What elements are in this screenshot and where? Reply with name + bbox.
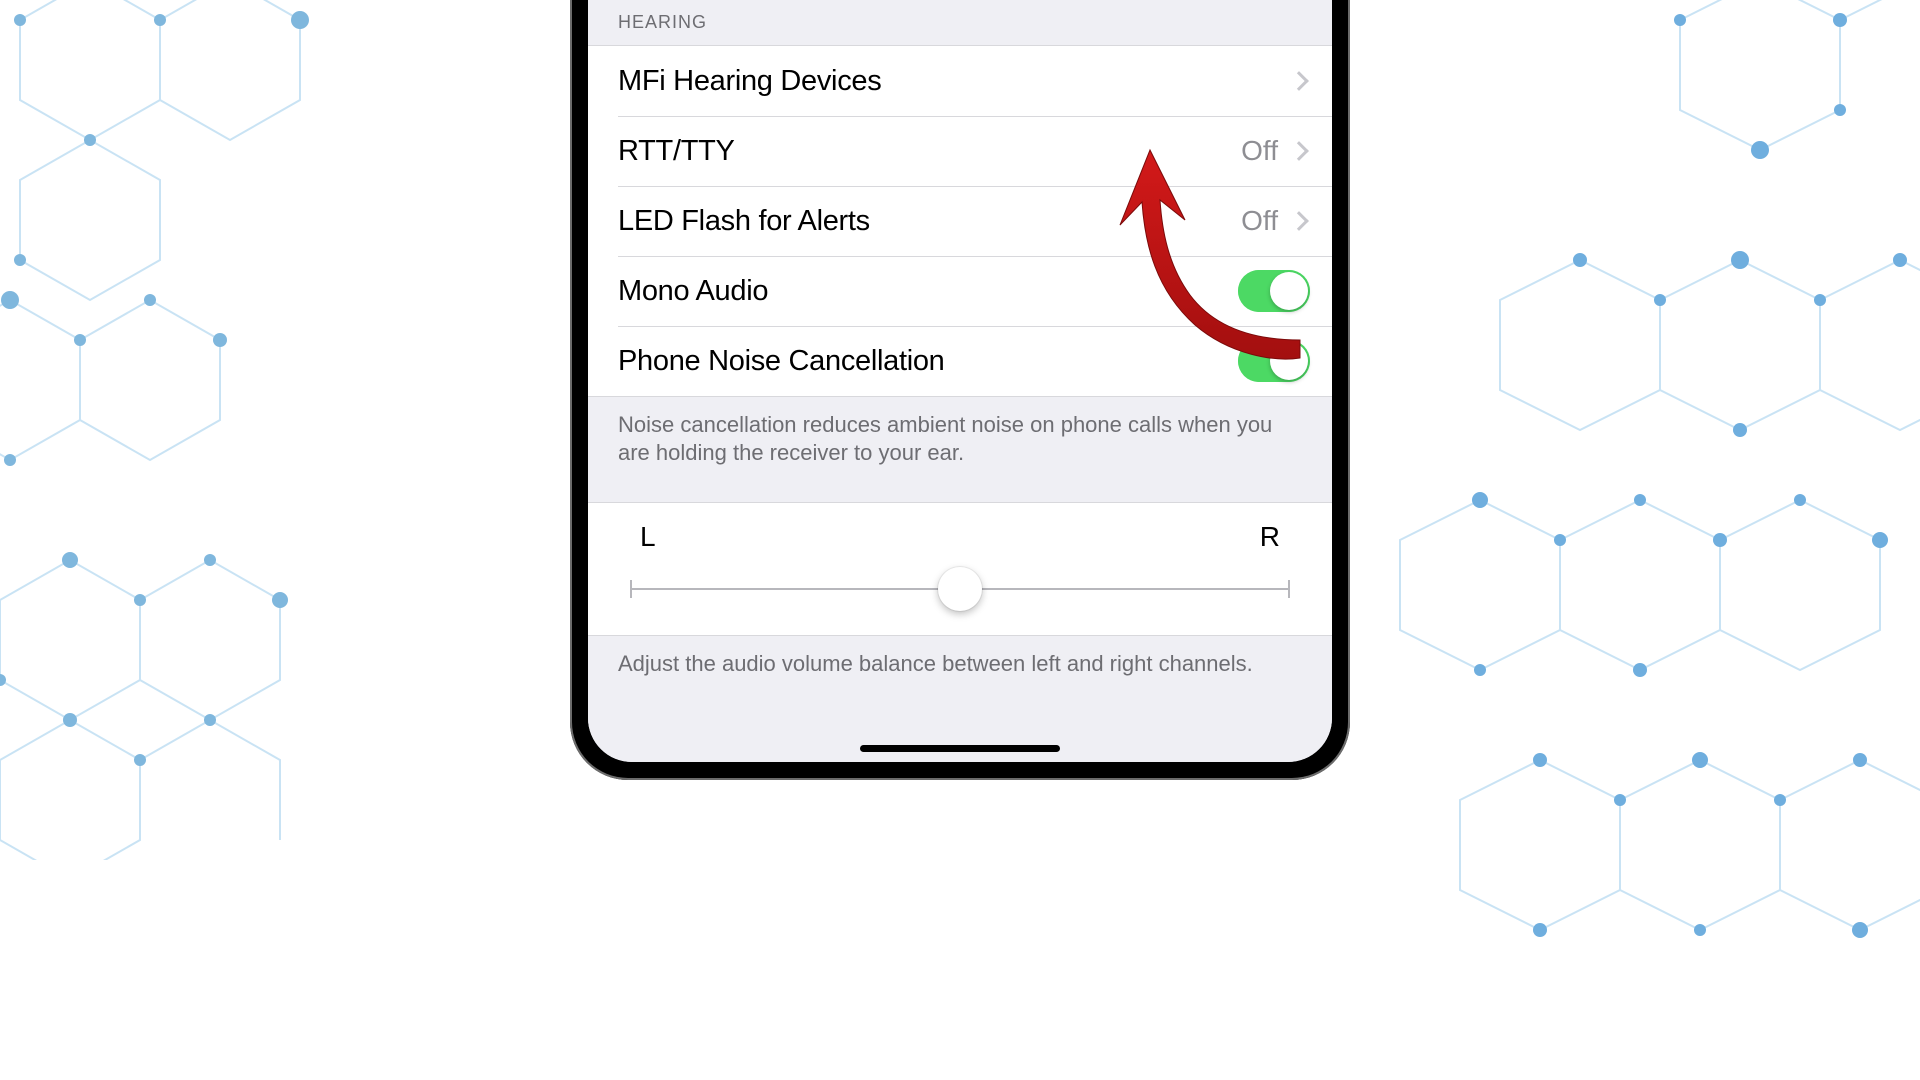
chevron-right-icon — [1289, 141, 1309, 161]
row-label: Phone Noise Cancellation — [618, 345, 1238, 378]
row-mfi-hearing-devices[interactable]: MFi Hearing Devices — [588, 46, 1332, 116]
slider-tick-left — [630, 580, 632, 598]
row-label: Mono Audio — [618, 275, 1238, 308]
row-rtt-tty[interactable]: RTT/TTY Off — [588, 116, 1332, 186]
balance-group: L R — [588, 502, 1332, 636]
toggle-mono-audio[interactable] — [1238, 270, 1310, 312]
chevron-right-icon — [1289, 211, 1309, 231]
balance-right-label: R — [1260, 521, 1280, 553]
row-label: MFi Hearing Devices — [618, 65, 1288, 98]
slider-tick-right — [1288, 580, 1290, 598]
row-value: Off — [1241, 205, 1278, 237]
balance-footer: Adjust the audio volume balance between … — [588, 636, 1332, 700]
row-noise-cancellation: Phone Noise Cancellation — [588, 326, 1332, 396]
section-header-hearing: HEARING — [588, 0, 1332, 45]
balance-slider[interactable] — [630, 569, 1290, 609]
phone-bezel: HEARING MFi Hearing Devices RTT/TTY Off … — [588, 0, 1332, 762]
settings-screen: HEARING MFi Hearing Devices RTT/TTY Off … — [588, 0, 1332, 762]
noise-cancellation-footer: Noise cancellation reduces ambient noise… — [588, 397, 1332, 488]
hearing-group: MFi Hearing Devices RTT/TTY Off LED Flas… — [588, 45, 1332, 397]
row-mono-audio: Mono Audio — [588, 256, 1332, 326]
toggle-knob — [1270, 342, 1308, 380]
row-label: RTT/TTY — [618, 135, 1241, 168]
row-led-flash[interactable]: LED Flash for Alerts Off — [588, 186, 1332, 256]
balance-labels: L R — [618, 521, 1302, 569]
toggle-knob — [1270, 272, 1308, 310]
row-label: LED Flash for Alerts — [618, 205, 1241, 238]
balance-left-label: L — [640, 521, 656, 553]
row-value: Off — [1241, 135, 1278, 167]
slider-thumb[interactable] — [938, 567, 982, 611]
home-indicator[interactable] — [860, 745, 1060, 752]
chevron-right-icon — [1289, 71, 1309, 91]
toggle-noise-cancellation[interactable] — [1238, 340, 1310, 382]
phone-frame: HEARING MFi Hearing Devices RTT/TTY Off … — [570, 0, 1350, 780]
